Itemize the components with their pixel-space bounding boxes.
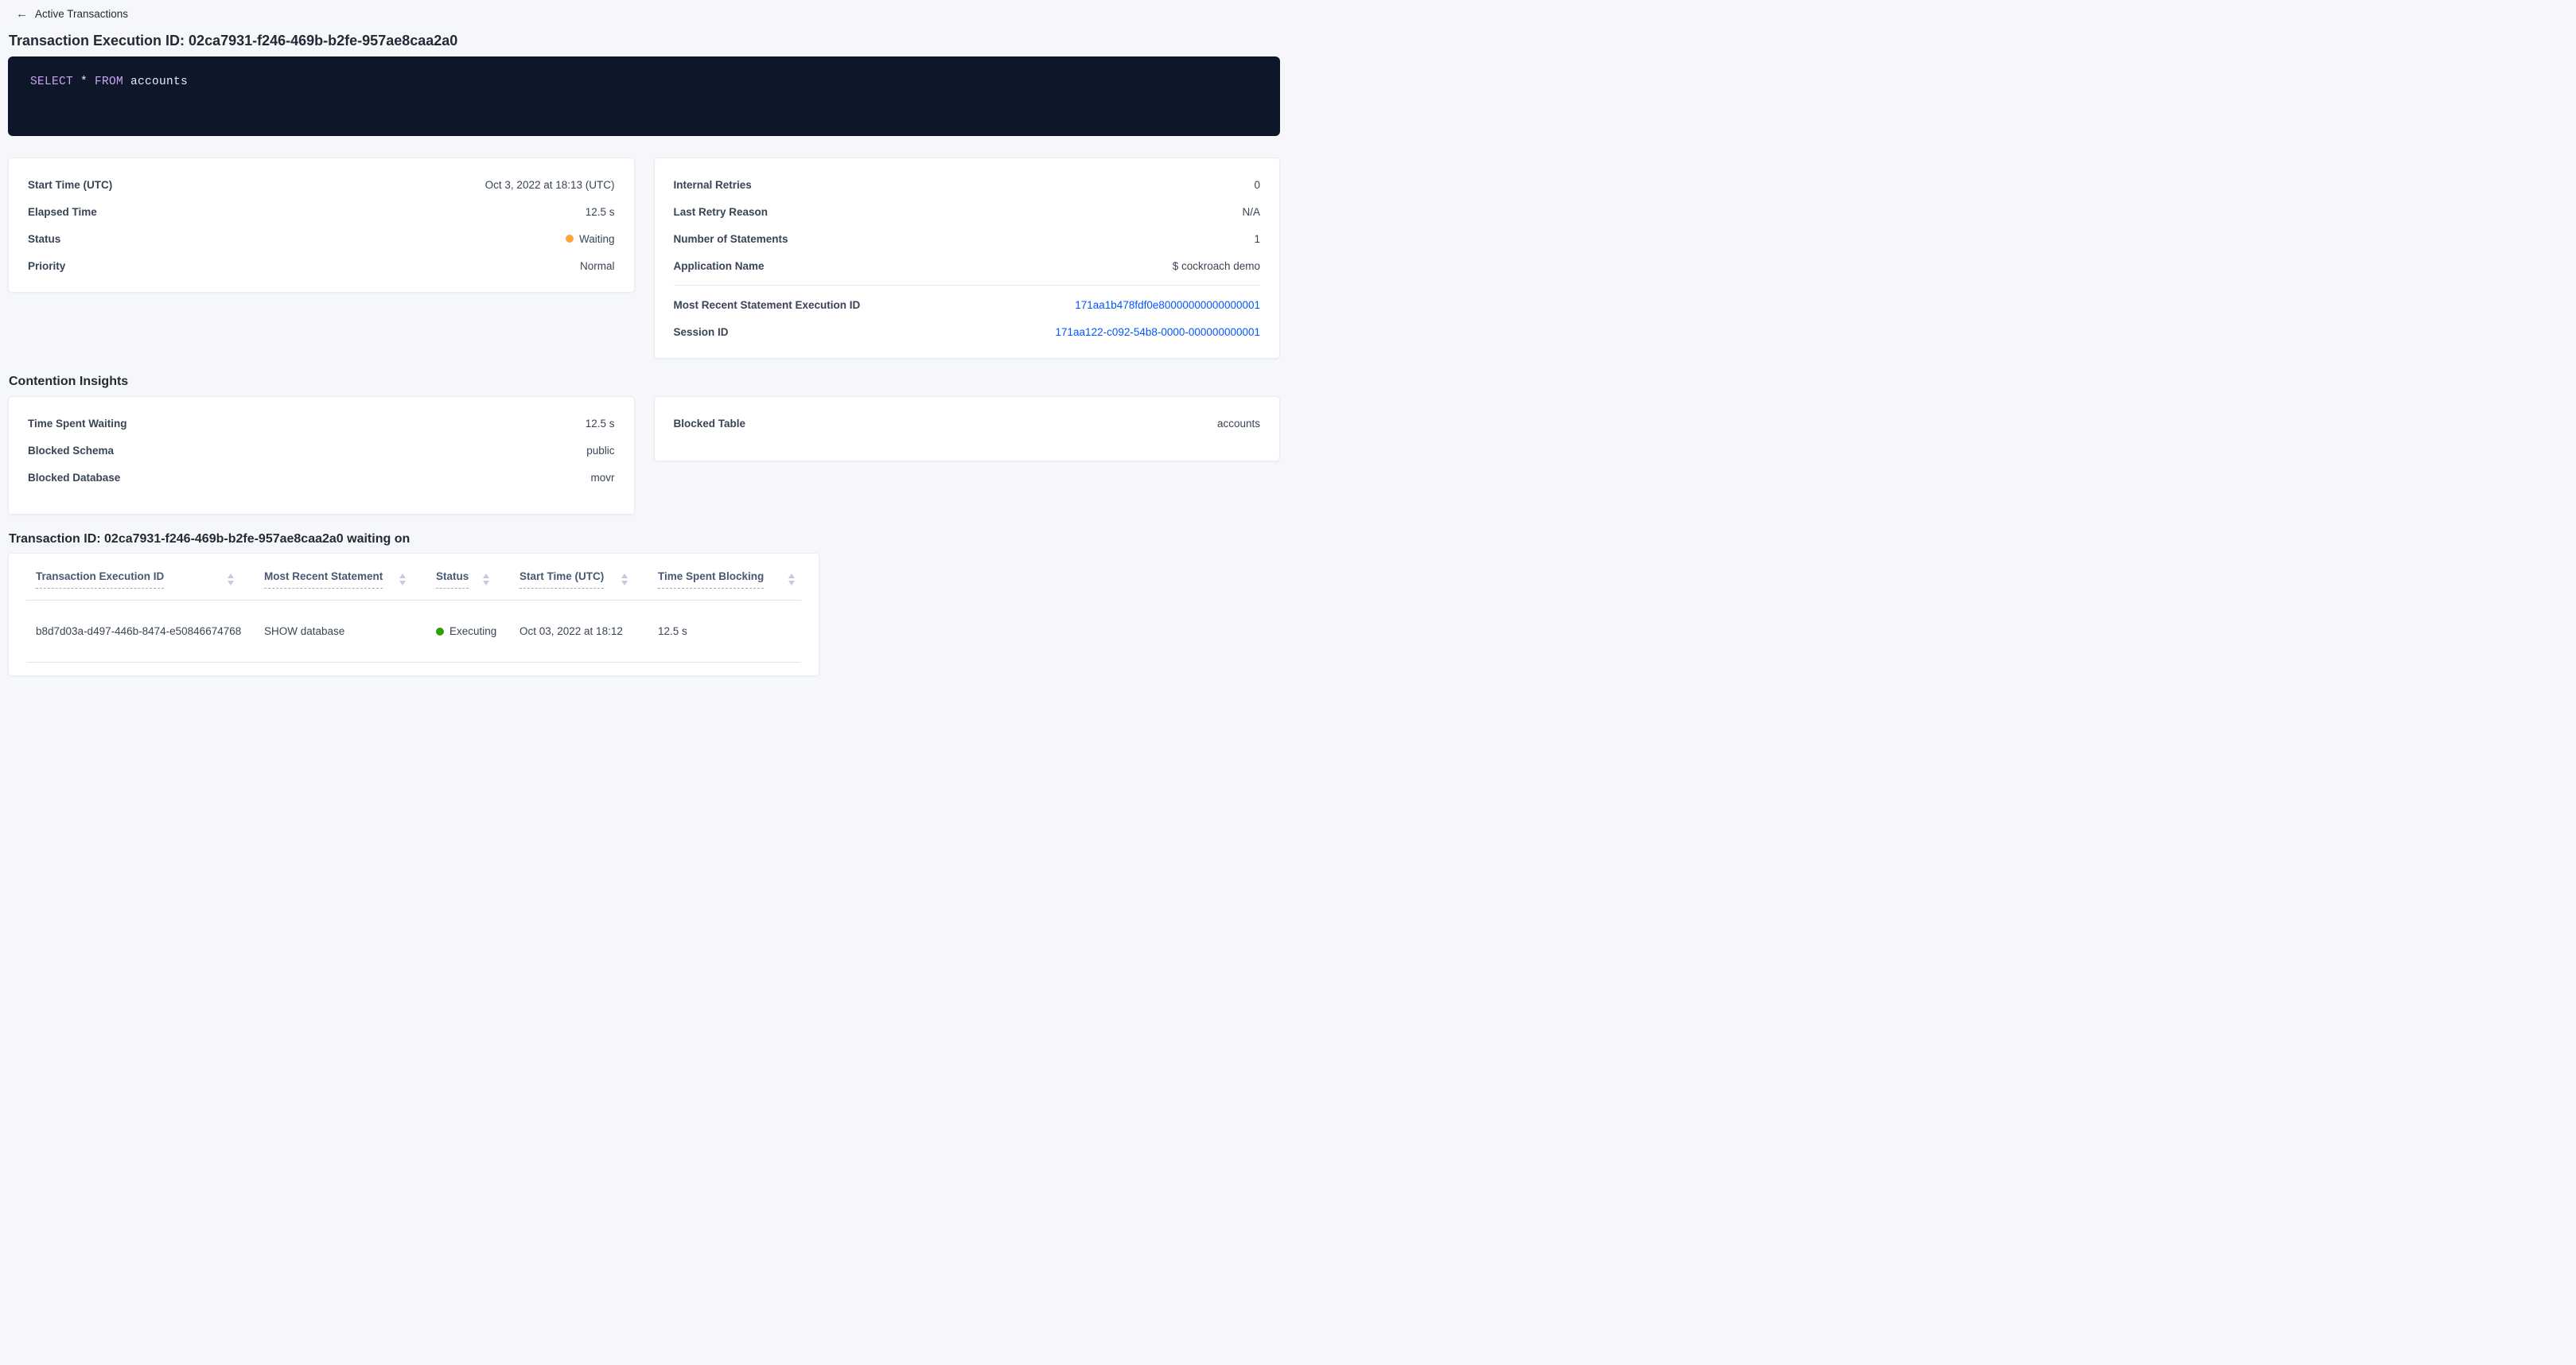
cell-time-spent-blocking: 12.5 s <box>648 625 801 637</box>
kv-row-start-time: Start Time (UTC) Oct 3, 2022 at 18:13 (U… <box>28 171 615 198</box>
kv-row-session-id: Session ID 171aa122-c092-54b8-0000-00000… <box>674 318 1261 345</box>
status-label: Waiting <box>579 233 615 245</box>
sort-icon[interactable] <box>228 574 234 585</box>
column-header-label: Most Recent Statement <box>264 570 383 589</box>
page: ← Active Transactions Transaction Execut… <box>0 0 1288 682</box>
kv-row-elapsed-time: Elapsed Time 12.5 s <box>28 198 615 225</box>
sql-statement-box: SELECT * FROM accounts <box>8 56 1280 136</box>
kv-value: movr <box>591 472 615 484</box>
cell-most-recent-statement: SHOW database <box>255 625 426 637</box>
contention-card-right: Blocked Table accounts <box>654 396 1281 461</box>
summary-card-right: Internal Retries 0 Last Retry Reason N/A… <box>654 158 1281 359</box>
card-divider <box>674 285 1261 286</box>
kv-row-time-spent-waiting: Time Spent Waiting 12.5 s <box>28 410 615 437</box>
column-header-time-spent-blocking[interactable]: Time Spent Blocking <box>648 570 801 589</box>
kv-row-blocked-schema: Blocked Schema public <box>28 437 615 464</box>
kv-row-blocked-table: Blocked Table accounts <box>674 410 1261 437</box>
kv-row-priority: Priority Normal <box>28 252 615 279</box>
kv-value: 1 <box>1254 233 1260 245</box>
kv-value: 0 <box>1254 179 1260 191</box>
sql-code: SELECT * FROM accounts <box>30 76 1258 88</box>
back-link-active-transactions[interactable]: ← Active Transactions <box>16 7 128 21</box>
column-header-start-time[interactable]: Start Time (UTC) <box>510 570 648 589</box>
statement-execution-id-link[interactable]: 171aa1b478fdf0e80000000000000001 <box>1075 299 1260 311</box>
sort-icon[interactable] <box>399 574 406 585</box>
kv-value: N/A <box>1242 206 1260 218</box>
table-header-row: Transaction Execution ID Most Recent Sta… <box>26 554 801 601</box>
kv-row-status: Status Waiting <box>28 225 615 252</box>
kv-row-application-name: Application Name $ cockroach demo <box>674 252 1261 279</box>
column-header-label: Time Spent Blocking <box>658 570 764 589</box>
column-header-label: Transaction Execution ID <box>36 570 164 589</box>
status-executing-dot-icon <box>436 628 444 636</box>
status-waiting-dot-icon <box>566 235 574 243</box>
kv-label: Internal Retries <box>674 179 752 191</box>
kv-label: Priority <box>28 260 65 272</box>
kv-label: Last Retry Reason <box>674 206 769 218</box>
cell-transaction-execution-id: b8d7d03a-d497-446b-8474-e50846674768 <box>26 625 255 637</box>
kv-label: Blocked Table <box>674 418 746 430</box>
kv-value: public <box>586 445 614 457</box>
kv-label: Number of Statements <box>674 233 788 245</box>
kv-label: Blocked Schema <box>28 445 114 457</box>
status-label: Executing <box>449 625 496 637</box>
waiting-on-table-card: Transaction Execution ID Most Recent Sta… <box>8 553 819 676</box>
column-header-label: Status <box>436 570 469 589</box>
back-link-label: Active Transactions <box>35 8 128 20</box>
kv-row-number-of-statements: Number of Statements 1 <box>674 225 1261 252</box>
summary-cards-row: Start Time (UTC) Oct 3, 2022 at 18:13 (U… <box>8 158 1280 359</box>
kv-value: $ cockroach demo <box>1173 260 1260 272</box>
summary-card-left: Start Time (UTC) Oct 3, 2022 at 18:13 (U… <box>8 158 635 293</box>
table-row: b8d7d03a-d497-446b-8474-e50846674768 SHO… <box>26 601 801 663</box>
session-id-link[interactable]: 171aa122-c092-54b8-0000-000000000001 <box>1056 326 1260 338</box>
contention-card-left: Time Spent Waiting 12.5 s Blocked Schema… <box>8 396 635 515</box>
sort-icon[interactable] <box>788 574 795 585</box>
column-header-label: Start Time (UTC) <box>519 570 604 589</box>
status-badge: Waiting <box>566 233 615 245</box>
kv-row-internal-retries: Internal Retries 0 <box>674 171 1261 198</box>
column-header-most-recent-statement[interactable]: Most Recent Statement <box>255 570 426 589</box>
kv-row-last-retry-reason: Last Retry Reason N/A <box>674 198 1261 225</box>
kv-label: Start Time (UTC) <box>28 179 112 191</box>
kv-value: Oct 3, 2022 at 18:13 (UTC) <box>485 179 615 191</box>
kv-value: accounts <box>1217 418 1260 430</box>
cell-start-time: Oct 03, 2022 at 18:12 <box>510 625 648 637</box>
kv-label: Application Name <box>674 260 765 272</box>
kv-label: Status <box>28 233 60 245</box>
kv-label: Time Spent Waiting <box>28 418 127 430</box>
kv-label: Blocked Database <box>28 472 120 484</box>
kv-value: 12.5 s <box>586 418 615 430</box>
kv-label: Elapsed Time <box>28 206 97 218</box>
contention-insights-heading: Contention Insights <box>9 374 1280 389</box>
column-header-status[interactable]: Status <box>426 570 510 589</box>
kv-label: Most Recent Statement Execution ID <box>674 299 861 311</box>
back-arrow-icon: ← <box>16 8 28 20</box>
kv-label: Session ID <box>674 326 729 338</box>
kv-row-blocked-database: Blocked Database movr <box>28 464 615 491</box>
kv-value: 12.5 s <box>586 206 615 218</box>
waiting-on-heading: Transaction ID: 02ca7931-f246-469b-b2fe-… <box>9 531 1280 546</box>
sort-icon[interactable] <box>483 574 489 585</box>
kv-row-most-recent-statement-execution-id: Most Recent Statement Execution ID 171aa… <box>674 291 1261 318</box>
kv-value: Normal <box>580 260 615 272</box>
sort-icon[interactable] <box>621 574 628 585</box>
page-title: Transaction Execution ID: 02ca7931-f246-… <box>9 32 1280 49</box>
cell-status: Executing <box>426 625 510 637</box>
column-header-transaction-execution-id[interactable]: Transaction Execution ID <box>26 570 255 589</box>
contention-cards-row: Time Spent Waiting 12.5 s Blocked Schema… <box>8 396 1280 515</box>
